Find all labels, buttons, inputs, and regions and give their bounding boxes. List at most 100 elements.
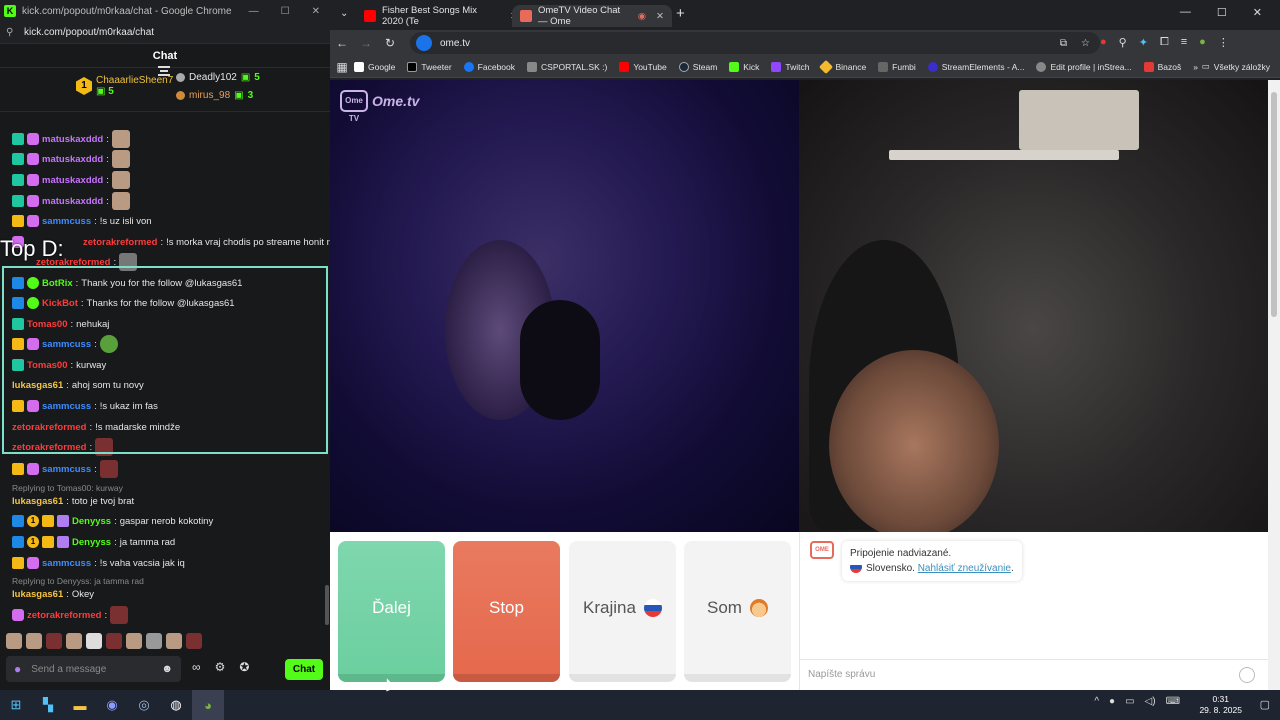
scrollbar-thumb[interactable]	[1271, 92, 1277, 317]
page-scrollbar[interactable]	[1268, 80, 1280, 690]
bookmark-instreamly[interactable]: Edit profile | inStrea...	[1036, 61, 1132, 72]
extension-blue-icon[interactable]: ✦	[1139, 36, 1148, 49]
chat-message-input[interactable]: ● Send a message ☻	[6, 656, 181, 682]
emote-button[interactable]	[26, 633, 42, 649]
emote-button[interactable]	[186, 633, 202, 649]
tab-youtube[interactable]: Fisher Best Songs Mix 2020 (Te ✕	[356, 5, 526, 27]
extensions-puzzle-icon[interactable]: ⧠	[1160, 36, 1169, 49]
more-bookmarks-icon[interactable]: »	[1193, 62, 1198, 72]
emote-button[interactable]	[106, 633, 122, 649]
chat-username[interactable]: matuskaxddd	[42, 154, 103, 165]
chat-message[interactable]: sammcuss:	[12, 460, 118, 478]
chat-send-button[interactable]: Chat	[285, 659, 323, 680]
microphone-tray-icon[interactable]: ●	[1109, 696, 1115, 707]
bookmark-star-icon[interactable]: ☆	[1081, 38, 1090, 49]
bookmark-binance[interactable]: Binance	[819, 59, 866, 74]
microphone-icon[interactable]: ●	[14, 662, 21, 676]
close-icon[interactable]: ✕	[312, 6, 320, 17]
bookmark-google[interactable]: Google	[354, 61, 395, 72]
report-abuse-link[interactable]: Nahlásiť zneužívanie	[918, 563, 1011, 574]
next-button[interactable]: Ďalej	[338, 541, 445, 682]
tab-ometv[interactable]: OmeTV Video Chat — Ome ◉ ✕	[512, 5, 672, 27]
tab-search-icon[interactable]: ⌄	[340, 8, 348, 19]
chat-username[interactable]: zetorakreformed	[83, 237, 157, 248]
chat-username[interactable]: lukasgas61	[12, 496, 63, 507]
search-icon[interactable]: ▚	[32, 690, 64, 720]
all-bookmarks-button[interactable]: ▭ Všetky záložky	[1202, 61, 1270, 72]
emote-button[interactable]	[46, 633, 62, 649]
country-button[interactable]: Krajina	[569, 541, 676, 682]
windows-start-icon[interactable]: ⊞	[0, 690, 32, 720]
volume-icon[interactable]: ◁)	[1145, 696, 1156, 707]
extension-red-icon[interactable]: ●	[1100, 36, 1107, 49]
site-info-icon[interactable]: ⚲	[6, 27, 18, 38]
emote-button[interactable]	[146, 633, 162, 649]
chat-message[interactable]: matuskaxddd:	[12, 171, 130, 189]
chat-message[interactable]: matuskaxddd:	[12, 192, 130, 210]
settings-gear-icon[interactable]: ⚙	[215, 660, 226, 674]
mod-tools-icon[interactable]: ✪	[239, 660, 249, 674]
chrome-menu-icon[interactable]: ⋮	[1218, 36, 1229, 49]
forward-arrow-icon[interactable]: →	[354, 36, 378, 50]
emoji-picker-icon[interactable]: ☻	[161, 663, 173, 675]
obs-icon[interactable]: ◍	[160, 690, 192, 720]
chat-username[interactable]: matuskaxddd	[42, 175, 103, 186]
chat-message[interactable]: sammcuss: !s vaha vacsia jak iq	[12, 554, 185, 572]
chat-username[interactable]: matuskaxddd	[42, 134, 103, 145]
chat-username[interactable]: sammcuss	[42, 464, 91, 475]
bookmark-fumbi[interactable]: Fumbi	[878, 61, 916, 72]
kick-points-icon[interactable]: ∞	[192, 660, 201, 674]
discord-icon[interactable]: ◉	[96, 690, 128, 720]
chat-message[interactable]: 1 Denyyss: ja tamma rad	[12, 533, 175, 551]
minimize-icon[interactable]: —	[249, 6, 259, 17]
bookmark-bazos[interactable]: Bazoš	[1143, 61, 1181, 72]
chat-username[interactable]: sammcuss	[42, 216, 91, 227]
emote-button[interactable]	[6, 633, 22, 649]
emoji-icon[interactable]	[1239, 667, 1255, 683]
reload-icon[interactable]: ↻	[378, 36, 402, 50]
minimize-icon[interactable]: —	[1180, 6, 1191, 19]
chrome-icon[interactable]: ◕	[192, 690, 224, 720]
emote-button[interactable]	[166, 633, 182, 649]
popout-address-bar[interactable]: ⚲ kick.com/popout/m0rkaa/chat	[0, 22, 330, 44]
taskbar-clock[interactable]: 0:31 29. 8. 2025	[1199, 694, 1242, 716]
chat-message[interactable]: zetorakreformed:	[12, 606, 129, 624]
bookmark-csportal[interactable]: CSPORTAL.SK :)	[527, 61, 607, 72]
apps-grid-icon[interactable]: ▦	[330, 60, 354, 74]
chat-username[interactable]: Denyyss	[72, 537, 111, 548]
chat-username[interactable]: Denyyss	[72, 516, 111, 527]
chat-message[interactable]: lukasgas61: Okey	[12, 585, 94, 603]
maximize-icon[interactable]: ☐	[281, 6, 290, 17]
language-icon[interactable]: ⌨	[1166, 696, 1180, 707]
profile-avatar-icon[interactable]: ●	[1199, 36, 1206, 49]
network-icon[interactable]: ▭	[1125, 696, 1134, 707]
chat-username[interactable]: matuskaxddd	[42, 196, 103, 207]
media-control-icon[interactable]: ≡	[1181, 36, 1187, 49]
top-gifter-1[interactable]: 1 ChaaarlieSheen7 ▣ 5	[76, 75, 173, 97]
emote-button[interactable]	[126, 633, 142, 649]
chat-username[interactable]: zetorakreformed	[27, 610, 101, 621]
gender-button[interactable]: Som	[684, 541, 791, 682]
chat-message[interactable]: sammcuss: !s uz isli von	[12, 212, 152, 230]
emote-button[interactable]	[86, 633, 102, 649]
emote-button[interactable]	[66, 633, 82, 649]
chat-message[interactable]: lukasgas61: toto je tvoj brat	[12, 492, 134, 510]
chat-message[interactable]: matuskaxddd:	[12, 150, 130, 168]
bookmark-tweeter[interactable]: Tweeter	[407, 61, 452, 72]
bookmark-kick[interactable]: Kick	[729, 61, 759, 72]
collapse-pinned-icon[interactable]	[158, 66, 170, 76]
stop-button[interactable]: Stop	[453, 541, 560, 682]
chat-message[interactable]: 1 Denyyss: gaspar nerob kokotiny	[12, 512, 213, 530]
bookmark-streamelements[interactable]: StreamElements - A...	[927, 61, 1024, 72]
bookmark-facebook[interactable]: Facebook	[463, 61, 515, 72]
close-icon[interactable]: ✕	[1253, 6, 1262, 19]
bookmark-twitch[interactable]: Twitch	[771, 61, 809, 72]
top-gifter-3[interactable]: mirus_98 ▣ 3	[176, 90, 253, 101]
chat-scrollbar[interactable]	[325, 585, 329, 625]
close-tab-icon[interactable]: ✕	[656, 11, 664, 22]
notifications-icon[interactable]: ▢	[1260, 698, 1270, 711]
maximize-icon[interactable]: ☐	[1217, 6, 1227, 19]
top-gifter-2[interactable]: Deadly102 ▣ 5	[176, 72, 260, 83]
chat-username[interactable]: sammcuss	[42, 558, 91, 569]
tray-overflow-icon[interactable]: ^	[1094, 696, 1099, 707]
